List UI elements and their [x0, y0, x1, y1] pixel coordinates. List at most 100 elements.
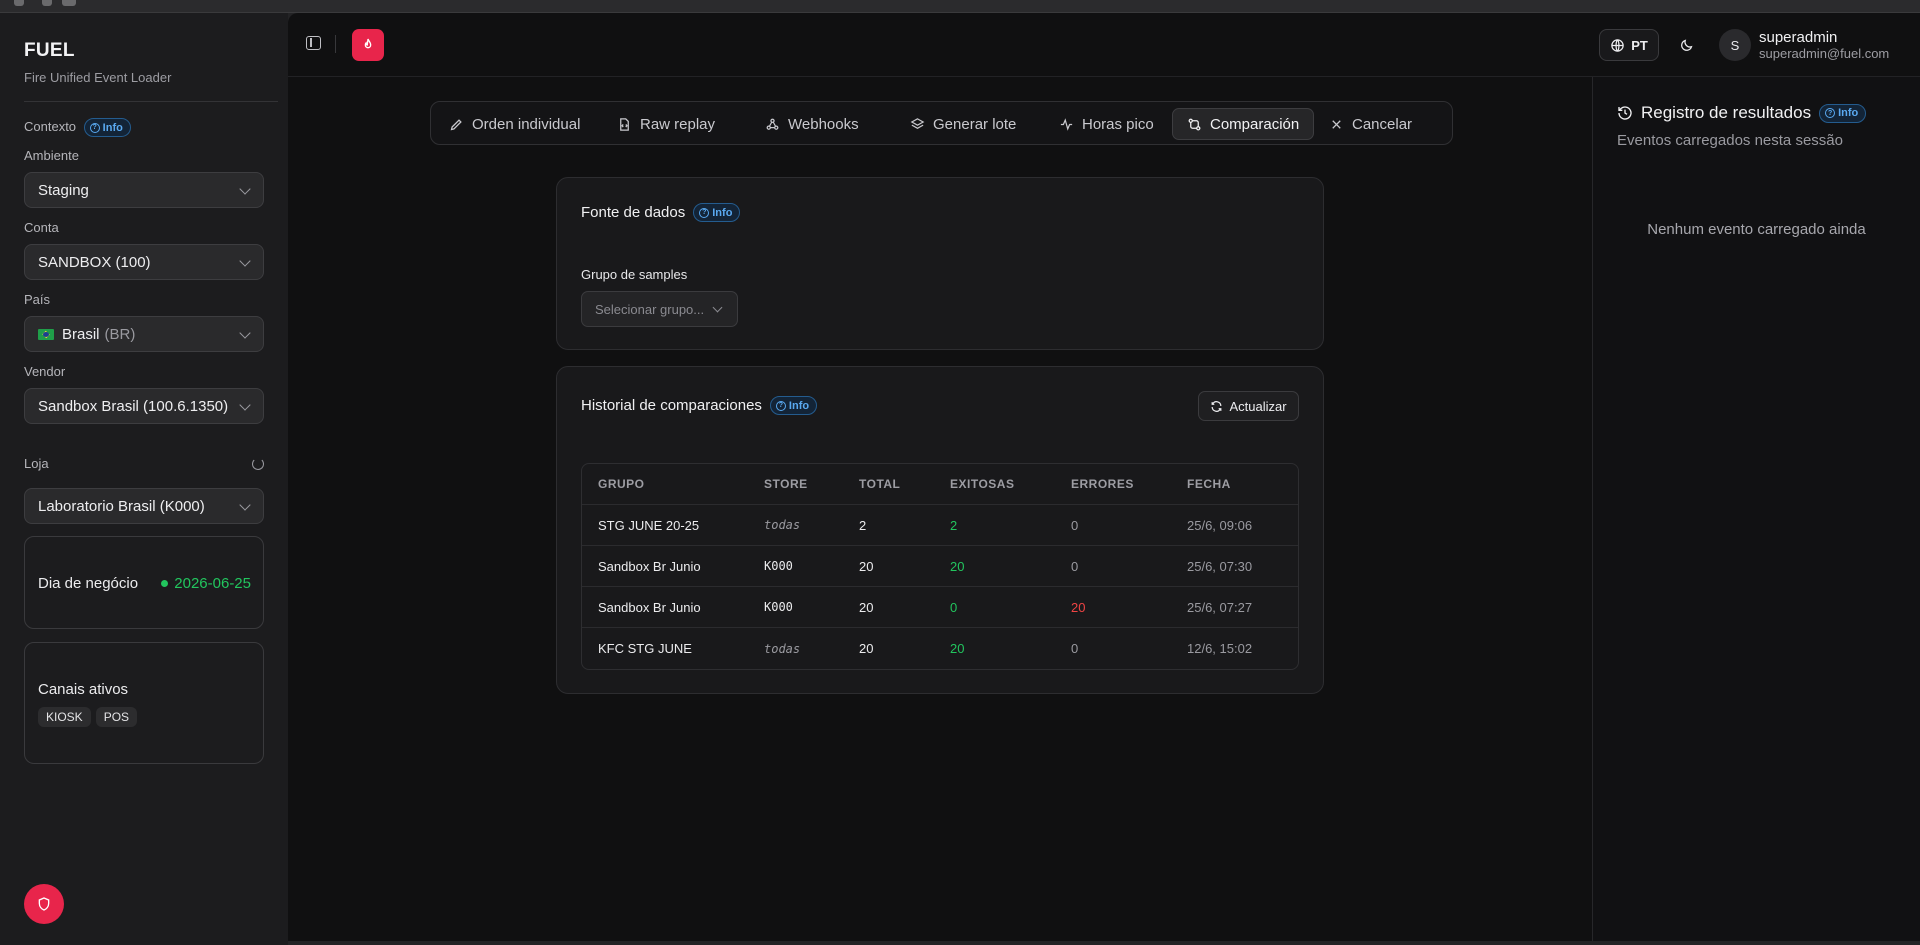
cell-errores: 0 — [1071, 517, 1079, 533]
history-title: Historial de comparaciones — [581, 397, 762, 414]
environment-select[interactable]: Staging — [24, 172, 264, 208]
tab-horas-pico[interactable]: Horas pico — [1045, 108, 1168, 140]
results-log-title-row: Registro de resultados ? Info — [1617, 103, 1867, 123]
mode-tabs: Orden individual Raw replay Webhooks Gen… — [430, 101, 1453, 145]
cell-fecha: 12/6, 15:02 — [1187, 641, 1253, 656]
info-label: Info — [102, 121, 123, 134]
table-row[interactable]: KFC STG JUNE todas 20 20 0 12/6, 15:02 — [582, 628, 1298, 669]
tab-label: Webhooks — [788, 115, 859, 133]
channel-chip-list: KIOSK POS — [38, 707, 142, 727]
cell-errores: 0 — [1071, 641, 1079, 656]
cell-fecha: 25/6, 09:06 — [1187, 517, 1253, 533]
cell-store: todas — [764, 518, 801, 532]
cell-store: K000 — [764, 559, 793, 573]
tab-raw-replay[interactable]: Raw replay — [603, 108, 729, 140]
table-row[interactable]: STG JUNE 20-25 todas 2 2 0 25/6, 09:06 — [582, 505, 1298, 546]
cell-exitosas: 20 — [950, 641, 965, 656]
cell-fecha: 25/6, 07:30 — [1187, 558, 1253, 574]
theme-toggle-button[interactable] — [1672, 31, 1700, 59]
pencil-icon — [450, 118, 462, 130]
sidebar-toggle-icon[interactable] — [306, 36, 321, 50]
channel-chip: KIOSK — [38, 707, 91, 727]
account-label: Conta — [24, 220, 59, 235]
tab-generar-lote[interactable]: Generar lote — [896, 108, 1030, 140]
context-info-badge[interactable]: ? Info — [83, 118, 131, 137]
help-icon: ? — [775, 400, 786, 411]
status-dot-icon — [161, 580, 169, 587]
comparison-history-panel: Historial de comparaciones ? Info Actual… — [556, 366, 1324, 694]
table-row[interactable]: Sandbox Br Junio K000 20 20 0 25/6, 07:3… — [582, 546, 1298, 587]
cell-exitosas: 0 — [950, 599, 958, 615]
window-control[interactable] — [14, 0, 24, 6]
avatar[interactable]: S — [1719, 29, 1751, 61]
language-label: PT — [1631, 37, 1648, 53]
column-header-total[interactable]: TOTAL — [859, 464, 900, 504]
shield-icon — [38, 897, 50, 911]
active-channels-card: Canais ativos KIOSK POS — [24, 642, 264, 764]
info-label: Info — [712, 206, 733, 219]
sample-group-label: Grupo de samples — [581, 267, 688, 282]
history-info-badge[interactable]: ? Info — [769, 396, 818, 415]
sample-group-select[interactable]: Selecionar grupo... — [581, 291, 738, 327]
top-header: PT S superadmin superadmin@fuel.com — [288, 13, 1920, 77]
brazil-flag-icon — [38, 328, 54, 340]
refresh-label: Actualizar — [1229, 398, 1287, 414]
cell-grupo: Sandbox Br Junio — [598, 558, 701, 574]
store-select[interactable]: Laboratorio Brasil (K000) — [24, 488, 264, 524]
help-icon: ? — [89, 122, 100, 133]
country-label: País — [24, 292, 51, 307]
column-header-fecha[interactable]: FECHA — [1187, 464, 1231, 504]
chevron-down-icon — [239, 183, 251, 195]
sidebar-divider — [24, 101, 278, 102]
shield-admin-button[interactable] — [24, 884, 64, 924]
cell-grupo: KFC STG JUNE — [598, 641, 692, 656]
comparison-table: GRUPO STORE TOTAL EXITOSAS ERRORES FECHA… — [581, 463, 1299, 670]
chevron-down-icon — [239, 255, 251, 267]
tab-label: Cancelar — [1352, 115, 1413, 133]
vendor-label: Vendor — [24, 364, 66, 379]
window-control[interactable] — [62, 0, 76, 6]
refresh-icon — [1212, 400, 1222, 412]
results-log-title: Registro de resultados — [1641, 103, 1812, 122]
column-header-exitosas[interactable]: EXITOSAS — [950, 464, 1014, 504]
environment-value: Staging — [38, 181, 89, 199]
cell-store: todas — [764, 641, 801, 656]
cell-exitosas: 2 — [950, 517, 958, 533]
data-source-title: Fonte de dados — [581, 204, 686, 221]
tab-comparacion[interactable]: Comparación — [1172, 108, 1315, 140]
window-control[interactable] — [42, 0, 52, 6]
results-log-empty-state: Nenhum evento carregado ainda — [1647, 221, 1866, 238]
country-value: Brasil — [62, 325, 100, 343]
tab-label: Generar lote — [933, 115, 1017, 133]
column-header-grupo[interactable]: GRUPO — [598, 464, 645, 504]
cell-errores: 0 — [1071, 558, 1079, 574]
fire-logo-button[interactable] — [352, 29, 384, 61]
activity-icon — [1060, 117, 1073, 131]
context-header: Contexto ? Info — [24, 118, 131, 137]
cell-total: 20 — [859, 558, 874, 574]
tab-webhooks[interactable]: Webhooks — [751, 108, 873, 140]
country-select[interactable]: Brasil (BR) — [24, 316, 264, 352]
language-button[interactable]: PT — [1599, 29, 1659, 61]
refresh-history-button[interactable]: Actualizar — [1198, 391, 1299, 421]
business-day-date: 2026-06-25 — [174, 575, 251, 592]
flame-icon — [364, 38, 372, 49]
refresh-stores-icon[interactable] — [252, 458, 264, 470]
window-titlebar — [0, 0, 1920, 13]
column-header-store[interactable]: STORE — [764, 464, 808, 504]
vendor-select[interactable]: Sandbox Brasil (100.6.1350) — [24, 388, 264, 424]
account-select[interactable]: SANDBOX (100) — [24, 244, 264, 280]
table-row[interactable]: Sandbox Br Junio K000 20 0 20 25/6, 07:2… — [582, 587, 1298, 628]
cell-grupo: Sandbox Br Junio — [598, 599, 701, 615]
results-log-pane: Registro de resultados ? Info Eventos ca… — [1592, 77, 1920, 941]
tab-cancelar[interactable]: Cancelar — [1315, 108, 1426, 140]
column-header-errores[interactable]: ERRORES — [1071, 464, 1134, 504]
help-icon: ? — [699, 207, 710, 218]
data-source-info-badge[interactable]: ? Info — [693, 203, 741, 222]
tab-label: Orden individual — [472, 115, 581, 133]
brand-subtitle: Fire Unified Event Loader — [24, 70, 172, 85]
context-label: Contexto — [24, 118, 77, 134]
results-log-info-badge[interactable]: ? Info — [1819, 103, 1867, 123]
table-header-row: GRUPO STORE TOTAL EXITOSAS ERRORES FECHA — [582, 464, 1298, 505]
tab-orden-individual[interactable]: Orden individual — [435, 108, 594, 140]
